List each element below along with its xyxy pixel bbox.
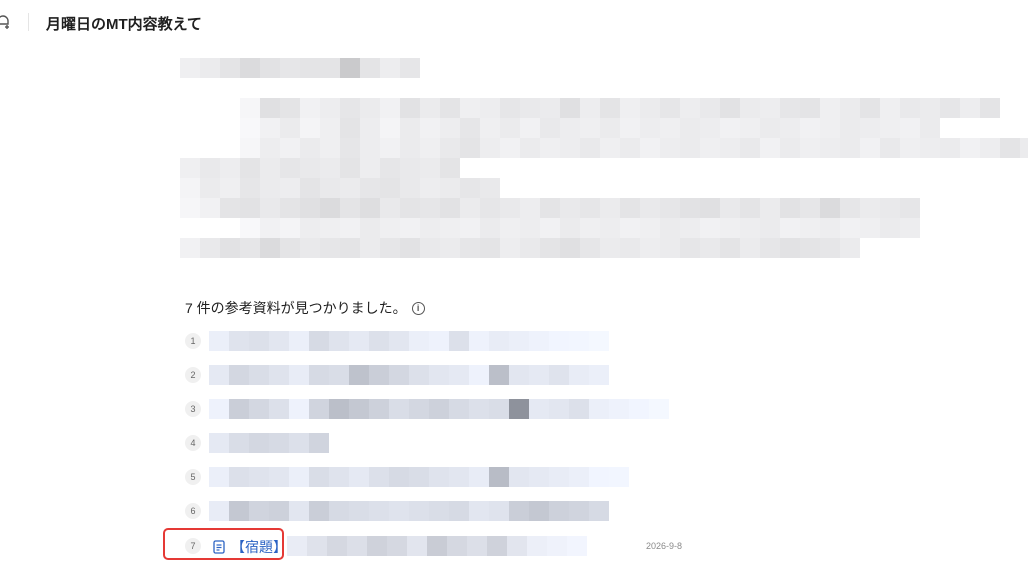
reference-number: 2 xyxy=(185,367,201,383)
blurred-text-row xyxy=(180,158,460,178)
blurred-text-row xyxy=(180,238,860,258)
blurred-text-row xyxy=(240,138,1028,158)
reference-title-blurred xyxy=(209,467,629,487)
references-heading-text: 7 件の参考資料が見つかりました。 xyxy=(185,300,407,316)
reference-title-blurred xyxy=(209,365,609,385)
blurred-text-row xyxy=(240,118,940,138)
reference-date: 2026-9-8 xyxy=(646,541,683,551)
reference-title-blurred xyxy=(209,433,329,453)
answer-text-blurred xyxy=(180,58,1028,278)
blurred-text-row xyxy=(240,218,920,238)
blurred-text-row xyxy=(180,198,920,218)
reference-number: 4 xyxy=(185,435,201,451)
chat-page: 月曜日のMT内容教えて 7 件の参考資料が見つかりました。 i 1 2 3 4 5 6 7 【… xyxy=(0,0,1028,568)
blurred-text-row xyxy=(180,58,420,78)
reference-title-blurred xyxy=(209,399,669,419)
reference-title-blurred xyxy=(209,501,609,521)
reference-number: 1 xyxy=(185,333,201,349)
header-divider xyxy=(28,13,29,31)
chat-header: 月曜日のMT内容教えて xyxy=(0,0,1028,46)
blurred-text-row xyxy=(240,98,1000,118)
references-heading: 7 件の参考資料が見つかりました。 i xyxy=(185,298,425,318)
highlight-box xyxy=(163,528,284,560)
reference-number: 6 xyxy=(185,503,201,519)
blurred-text-row xyxy=(180,178,500,198)
reference-title-blurred xyxy=(287,536,587,556)
new-chat-icon[interactable] xyxy=(0,14,10,30)
chat-title: 月曜日のMT内容教えて xyxy=(46,16,202,33)
reference-number: 5 xyxy=(185,469,201,485)
info-icon[interactable]: i xyxy=(411,301,425,315)
reference-title-blurred xyxy=(209,331,609,351)
reference-number: 3 xyxy=(185,401,201,417)
